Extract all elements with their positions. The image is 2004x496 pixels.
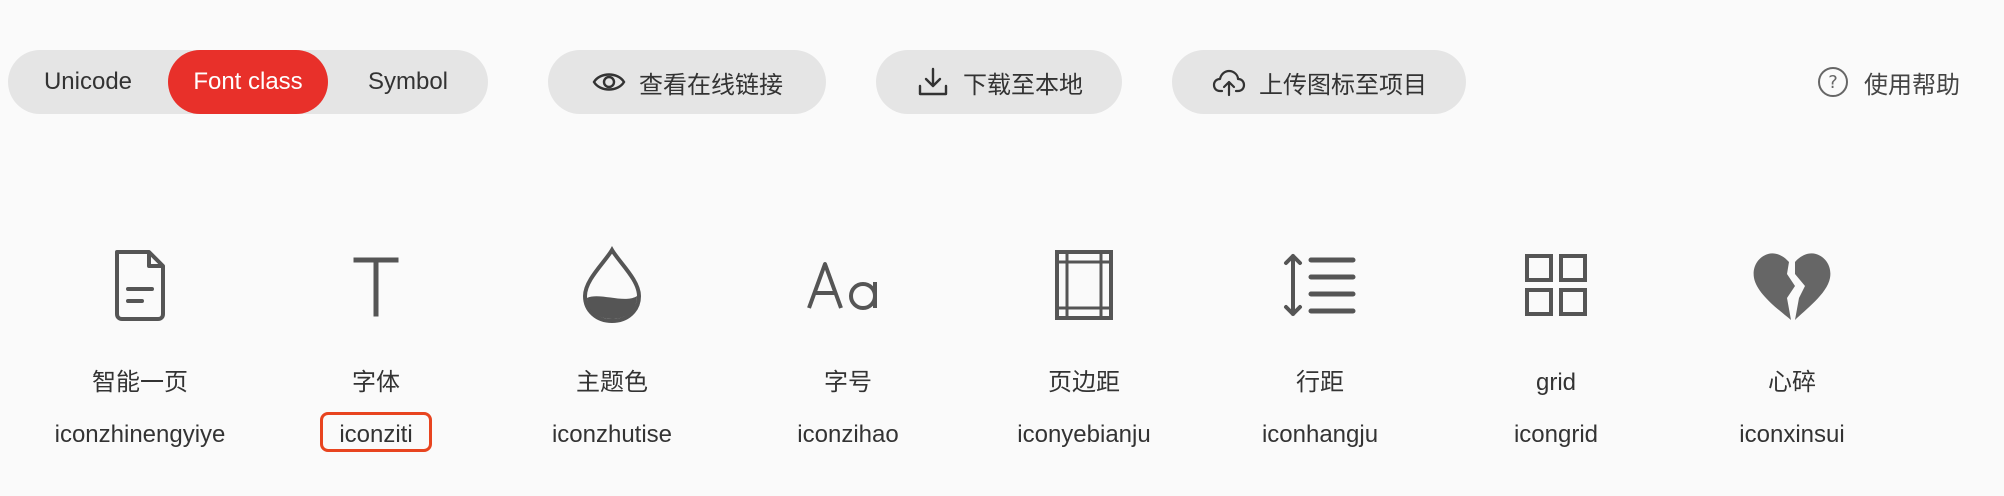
icon-card[interactable]: grid icongrid — [1446, 230, 1666, 460]
document-icon — [95, 230, 185, 340]
view-online-link-button[interactable]: 查看在线链接 — [548, 50, 826, 114]
icon-label: 页边距 — [1048, 369, 1120, 396]
tab-symbol[interactable]: Symbol — [328, 50, 488, 114]
page-margin-icon — [1039, 230, 1129, 340]
icon-card[interactable]: 行距 iconhangju — [1210, 230, 1430, 460]
download-icon — [918, 67, 948, 96]
tab-font-class[interactable]: Font class — [168, 50, 328, 114]
icon-label: 行距 — [1296, 369, 1344, 396]
icon-code[interactable]: iconxinsui — [1720, 412, 1863, 452]
cloud-upload-icon — [1212, 69, 1246, 97]
droplet-icon — [567, 230, 657, 340]
icon-code[interactable]: iconzihao — [778, 412, 917, 452]
icon-code[interactable]: iconhangju — [1243, 412, 1397, 452]
icon-card[interactable]: 心碎 iconxinsui — [1682, 230, 1902, 460]
icon-label: grid — [1535, 369, 1577, 396]
icon-code[interactable]: icongrid — [1495, 412, 1617, 452]
grid-icon — [1511, 230, 1601, 340]
toolbar: Unicode Font class Symbol 查看在线链接 下载至本地 上… — [8, 50, 1998, 114]
font-size-icon — [803, 230, 893, 340]
icon-label: 字号 — [824, 369, 872, 396]
download-label: 下载至本地 — [963, 71, 1083, 99]
icon-card[interactable]: 字体 iconziti — [266, 230, 486, 460]
icon-code-selected[interactable]: iconziti — [320, 412, 432, 452]
view-online-link-label: 查看在线链接 — [639, 71, 783, 99]
icon-label: 心碎 — [1768, 369, 1816, 396]
icon-card[interactable]: 主题色 iconzhutise — [502, 230, 722, 460]
upload-label: 上传图标至项目 — [1259, 71, 1427, 99]
font-icon — [331, 230, 421, 340]
icon-label: 字体 — [352, 369, 400, 396]
download-button[interactable]: 下载至本地 — [876, 50, 1122, 114]
question-icon: ? — [1818, 67, 1848, 97]
icon-code[interactable]: iconzhinengyiye — [36, 412, 245, 452]
icon-label: 智能一页 — [92, 369, 188, 396]
icon-code[interactable]: iconzhutise — [533, 412, 691, 452]
line-spacing-icon — [1275, 230, 1365, 340]
eye-icon — [592, 73, 626, 91]
format-segmented-control: Unicode Font class Symbol — [8, 50, 488, 114]
icon-label: 主题色 — [576, 369, 648, 396]
icon-code[interactable]: iconyebianju — [998, 412, 1169, 452]
icon-card[interactable]: 字号 iconzihao — [738, 230, 958, 460]
icon-grid: 智能一页 iconzhinengyiye 字体 iconziti 主题色 ico… — [0, 230, 2004, 460]
tab-unicode[interactable]: Unicode — [8, 50, 168, 114]
help-label: 使用帮助 — [1864, 71, 1960, 99]
broken-heart-icon — [1747, 230, 1837, 340]
help-link[interactable]: ? 使用帮助 — [1818, 50, 1960, 114]
icon-card[interactable]: 页边距 iconyebianju — [974, 230, 1194, 460]
icon-card[interactable]: 智能一页 iconzhinengyiye — [30, 230, 250, 460]
upload-to-project-button[interactable]: 上传图标至项目 — [1172, 50, 1466, 114]
